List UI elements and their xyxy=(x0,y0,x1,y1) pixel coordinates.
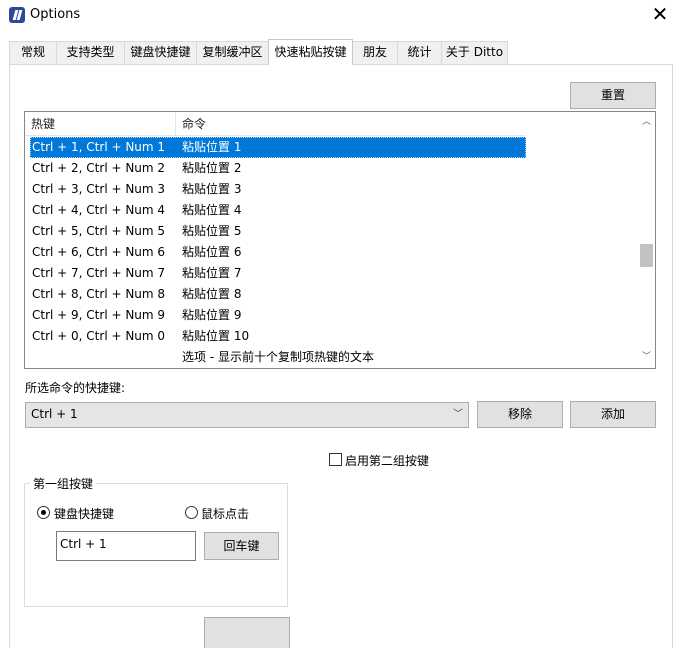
tab-friends[interactable]: 朋友 xyxy=(352,41,398,64)
list-row[interactable]: Ctrl + 9, Ctrl + Num 9 粘贴位置 9 xyxy=(30,305,526,326)
row-command: 粘贴位置 3 xyxy=(182,182,242,196)
tab-general[interactable]: 常规 xyxy=(9,41,57,64)
column-header-hotkey[interactable]: 热键 xyxy=(25,112,175,136)
row-command: 粘贴位置 1 xyxy=(182,140,242,154)
enter-key-button[interactable]: 回车键 xyxy=(204,532,279,560)
shortcut-combo-value: Ctrl + 1 xyxy=(31,407,78,421)
keyboard-shortcut-radio-label[interactable]: 键盘快捷键 xyxy=(54,505,114,522)
ditto-app-icon xyxy=(9,7,25,23)
list-row[interactable]: Ctrl + 0, Ctrl + Num 0 粘贴位置 10 xyxy=(30,326,526,347)
enable-second-group-label[interactable]: 启用第二组按键 xyxy=(345,452,429,469)
list-header: 热键 命令 xyxy=(25,112,525,136)
list-row[interactable]: Ctrl + 2, Ctrl + Num 2 粘贴位置 2 xyxy=(30,158,526,179)
row-hotkey: Ctrl + 9, Ctrl + Num 9 xyxy=(32,308,166,322)
scroll-thumb[interactable] xyxy=(640,244,653,267)
row-command: 粘贴位置 7 xyxy=(182,266,242,280)
close-icon[interactable]: ✕ xyxy=(648,3,672,27)
list-row[interactable]: Ctrl + 1, Ctrl + Num 1 粘贴位置 1 xyxy=(30,137,526,158)
add-button[interactable]: 添加 xyxy=(570,401,656,428)
hotkey-input-value: Ctrl + 1 xyxy=(60,537,107,551)
row-command: 粘贴位置 4 xyxy=(182,203,242,217)
title-bar: Options ✕ xyxy=(0,0,680,31)
list-row[interactable]: Ctrl + 8, Ctrl + Num 8 粘贴位置 8 xyxy=(30,284,526,305)
window-title: Options xyxy=(30,7,81,22)
tab-copy-buffers[interactable]: 复制缓冲区 xyxy=(196,41,269,64)
list-row[interactable]: Ctrl + 5, Ctrl + Num 5 粘贴位置 5 xyxy=(30,221,526,242)
list-row[interactable]: Ctrl + 6, Ctrl + Num 6 粘贴位置 6 xyxy=(30,242,526,263)
partial-button[interactable] xyxy=(204,617,290,648)
list-row[interactable]: Ctrl + 7, Ctrl + Num 7 粘贴位置 7 xyxy=(30,263,526,284)
tab-keyboard-shortcuts[interactable]: 键盘快捷键 xyxy=(124,41,197,64)
hotkey-input[interactable]: Ctrl + 1 xyxy=(56,531,196,561)
row-hotkey: Ctrl + 5, Ctrl + Num 5 xyxy=(32,224,166,238)
enable-second-group-checkbox[interactable] xyxy=(329,453,342,466)
first-group-title: 第一组按键 xyxy=(30,475,97,492)
chevron-down-icon[interactable]: ﹀ xyxy=(453,408,463,422)
hotkey-list[interactable]: 热键 命令 Ctrl + 1, Ctrl + Num 1 粘贴位置 1 Ctrl… xyxy=(24,111,656,369)
row-command: 粘贴位置 8 xyxy=(182,287,242,301)
row-hotkey: Ctrl + 6, Ctrl + Num 6 xyxy=(32,245,166,259)
row-hotkey: Ctrl + 4, Ctrl + Num 4 xyxy=(32,203,166,217)
list-row[interactable]: Ctrl + 4, Ctrl + Num 4 粘贴位置 4 xyxy=(30,200,526,221)
row-hotkey: Ctrl + 2, Ctrl + Num 2 xyxy=(32,161,166,175)
keyboard-shortcut-radio[interactable] xyxy=(37,506,50,519)
list-rows: Ctrl + 1, Ctrl + Num 1 粘贴位置 1 Ctrl + 2, … xyxy=(30,137,526,368)
row-hotkey: Ctrl + 8, Ctrl + Num 8 xyxy=(32,287,166,301)
scroll-down-icon[interactable]: ﹀ xyxy=(638,349,655,366)
column-header-command[interactable]: 命令 xyxy=(176,112,524,136)
tab-stats[interactable]: 统计 xyxy=(397,41,442,64)
row-hotkey: Ctrl + 7, Ctrl + Num 7 xyxy=(32,266,166,280)
shortcut-combo[interactable]: Ctrl + 1 ﹀ xyxy=(25,402,469,428)
list-row[interactable]: 选项 - 显示前十个复制项热键的文本 xyxy=(30,347,526,368)
tab-quick-paste-keys[interactable]: 快速粘贴按键 xyxy=(268,39,353,65)
row-command: 粘贴位置 6 xyxy=(182,245,242,259)
row-command: 粘贴位置 2 xyxy=(182,161,242,175)
list-row[interactable]: Ctrl + 3, Ctrl + Num 3 粘贴位置 3 xyxy=(30,179,526,200)
row-command: 粘贴位置 10 xyxy=(182,329,250,343)
tab-supported-types[interactable]: 支持类型 xyxy=(56,41,125,64)
selected-command-label: 所选命令的快捷键: xyxy=(25,381,126,395)
row-command: 选项 - 显示前十个复制项热键的文本 xyxy=(182,350,374,364)
list-scrollbar[interactable]: ︿ ﹀ xyxy=(638,112,655,368)
row-hotkey: Ctrl + 3, Ctrl + Num 3 xyxy=(32,182,166,196)
mouse-click-radio[interactable] xyxy=(185,506,198,519)
remove-button[interactable]: 移除 xyxy=(477,401,563,428)
row-command: 粘贴位置 5 xyxy=(182,224,242,238)
tab-about-ditto[interactable]: 关于 Ditto xyxy=(441,41,508,64)
mouse-click-radio-label[interactable]: 鼠标点击 xyxy=(201,505,249,522)
row-hotkey: Ctrl + 1, Ctrl + Num 1 xyxy=(32,140,166,154)
row-hotkey: Ctrl + 0, Ctrl + Num 0 xyxy=(32,329,166,343)
reset-button[interactable]: 重置 xyxy=(570,82,656,109)
scroll-up-icon[interactable]: ︿ xyxy=(638,114,655,131)
row-command: 粘贴位置 9 xyxy=(182,308,242,322)
